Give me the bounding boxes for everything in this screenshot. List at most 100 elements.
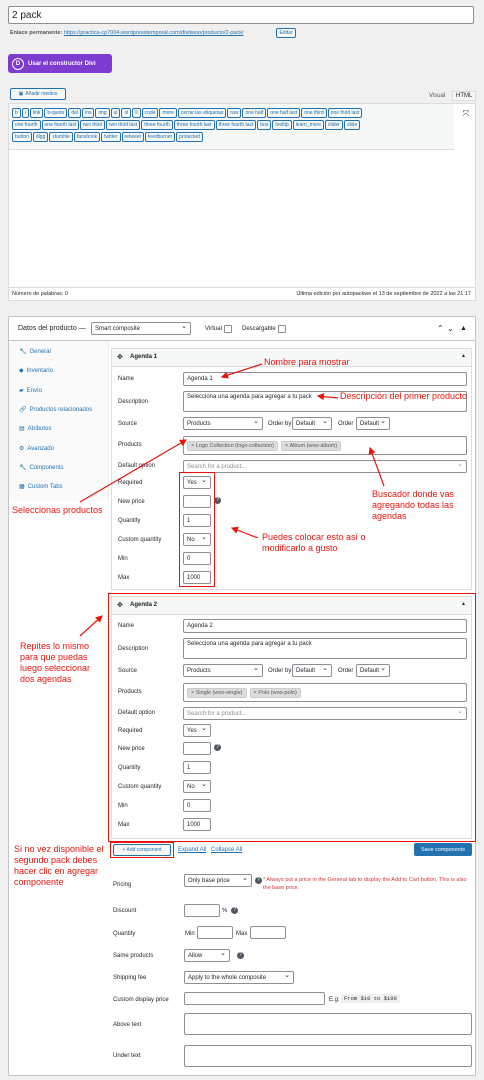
quicktag-button[interactable]: three fourth last — [215, 120, 257, 130]
quicktag-button[interactable]: code — [141, 108, 159, 118]
quicktag-button[interactable]: feedburner — [144, 132, 176, 142]
quicktag-button[interactable]: one third last — [327, 108, 363, 118]
quicktag-button[interactable]: ol — [121, 108, 132, 118]
agenda2-required-select[interactable]: Yes — [183, 724, 211, 737]
agenda2-products-input[interactable]: × Single (woo-single) × Polo (woo-polo) — [183, 683, 467, 702]
agenda1-toggle-icon[interactable]: ▲ — [461, 353, 466, 359]
divi-builder-button[interactable]: D Usar el constructor Divi — [8, 54, 112, 73]
product-token[interactable]: × Album (woo-album) — [281, 440, 342, 451]
post-title-input[interactable]: 2 pack — [8, 6, 474, 24]
tab-general[interactable]: 🔧 General — [19, 348, 51, 356]
quicktag-button[interactable]: protected — [176, 132, 203, 142]
quicktag-button[interactable]: stumble — [49, 132, 73, 142]
quicktag-button[interactable]: ul — [110, 108, 121, 118]
agenda1-name-input[interactable]: Agenda 1 — [183, 372, 467, 386]
save-components-button[interactable]: Save components — [414, 843, 472, 856]
pricing-select[interactable]: Only base price — [184, 874, 252, 887]
help-icon[interactable]: ? — [214, 497, 221, 504]
discount-input[interactable] — [184, 904, 220, 917]
agenda2-newprice-input[interactable] — [183, 742, 211, 755]
permalink-edit-button[interactable]: Editar — [276, 28, 296, 38]
quicktag-button[interactable]: more — [159, 108, 177, 118]
permalink-url[interactable]: https://practica-cp7004.wordpresstempora… — [64, 30, 244, 36]
product-type-select[interactable]: Smart composite — [91, 322, 191, 335]
tab-productos-relacionados[interactable]: 🔗 Productos relacionados — [19, 406, 92, 414]
agenda2-order-select[interactable]: Default — [356, 664, 390, 677]
agenda1-order-select[interactable]: Default — [356, 417, 390, 430]
help-icon[interactable]: ? — [231, 907, 238, 914]
quicktag-button[interactable]: li — [132, 108, 141, 118]
drag-handle-icon[interactable]: ✥ — [117, 601, 123, 609]
tab-atributos[interactable]: ▤ Atributos — [19, 425, 51, 433]
shipping-fee-select[interactable]: Apply to the whole composite — [184, 971, 294, 984]
agenda2-quantity-input[interactable]: 1 — [183, 761, 211, 774]
tab-visual[interactable]: Visual — [429, 93, 445, 99]
drag-handle-icon[interactable]: ✥ — [117, 353, 123, 361]
quicktag-button[interactable]: one half last — [267, 108, 301, 118]
tab-html[interactable]: HTML — [452, 91, 477, 101]
tab-components[interactable]: 🔧 Components — [19, 464, 64, 472]
qty-min-input[interactable] — [197, 926, 233, 939]
quicktag-button[interactable]: one fourth last — [41, 120, 80, 130]
agenda1-source-select[interactable]: Products — [183, 417, 263, 430]
same-products-select[interactable]: Allow — [184, 949, 230, 962]
quicktag-button[interactable]: two third — [80, 120, 106, 130]
help-icon[interactable]: ? — [214, 744, 221, 751]
quicktag-button[interactable]: cerrar las etiquetas — [177, 108, 227, 118]
quicktag-button[interactable]: two third last — [106, 120, 141, 130]
agenda1-default-select[interactable]: Search for a product... — [183, 460, 467, 473]
agenda2-min-input[interactable]: 0 — [183, 799, 211, 812]
quicktag-button[interactable]: ins — [82, 108, 95, 118]
tab-envio[interactable]: ▰ Envío — [19, 387, 42, 395]
agenda2-orderby-select[interactable]: Default — [292, 664, 332, 677]
agenda2-customqty-select[interactable]: No — [183, 780, 211, 793]
under-text-textarea[interactable] — [184, 1045, 472, 1067]
quicktag-button[interactable]: button — [12, 132, 32, 142]
quicktag-button[interactable]: raw — [227, 108, 242, 118]
collapse-all-link[interactable]: Collapse All — [211, 847, 242, 853]
product-token[interactable]: × Logo Collection (logo-collection) — [187, 440, 279, 451]
quicktag-button[interactable]: one third — [301, 108, 327, 118]
quicktag-button[interactable]: tooltip — [272, 120, 292, 130]
above-text-textarea[interactable] — [184, 1013, 472, 1035]
quicktag-button[interactable]: one half — [242, 108, 267, 118]
quicktag-button[interactable]: box — [257, 120, 272, 130]
quicktag-button[interactable]: three fourth — [141, 120, 173, 130]
agenda1-products-input[interactable]: × Logo Collection (logo-collection) × Al… — [183, 436, 467, 455]
fullscreen-icon[interactable]: ⤧ — [463, 109, 469, 119]
quicktag-button[interactable]: link — [29, 108, 44, 118]
help-icon[interactable]: ? — [237, 952, 244, 959]
custom-price-input[interactable] — [184, 992, 325, 1005]
qty-max-input[interactable] — [250, 926, 286, 939]
quicktag-button[interactable]: slide — [343, 120, 361, 130]
quicktag-button[interactable]: one fourth — [12, 120, 41, 130]
quicktag-button[interactable]: b-quote — [44, 108, 68, 118]
move-down-icon[interactable]: ⌄ — [447, 324, 454, 333]
downloadable-checkbox[interactable]: Descargable — [242, 325, 286, 333]
tab-inventario[interactable]: ◆ Inventario — [19, 367, 53, 375]
quicktag-button[interactable]: img — [95, 108, 110, 118]
expand-all-link[interactable]: Expand All — [178, 847, 206, 853]
agenda2-name-input[interactable]: Agenda 2 — [183, 619, 467, 633]
tab-custom-tabs[interactable]: ▦ Custom Tabs — [19, 483, 63, 491]
quicktag-button[interactable]: i — [21, 108, 29, 118]
quicktag-button[interactable]: twitter — [101, 132, 121, 142]
agenda1-orderby-select[interactable]: Default — [292, 417, 332, 430]
quicktag-button[interactable]: learn_more — [292, 120, 324, 130]
help-icon[interactable]: ? — [255, 877, 262, 884]
quicktag-button[interactable]: facebook — [73, 132, 101, 142]
agenda2-description-input[interactable]: Selecciona una agenda para agregar a tu … — [183, 638, 467, 659]
quicktag-button[interactable]: digg — [32, 132, 49, 142]
add-media-button[interactable]: ▣ Añadir medios — [10, 88, 66, 100]
virtual-checkbox[interactable]: Virtual — [205, 325, 232, 333]
tab-avanzado[interactable]: ⚙ Avanzado — [19, 445, 54, 453]
collapse-icon[interactable]: ▲ — [460, 325, 467, 332]
quicktag-button[interactable]: slider — [324, 120, 343, 130]
agenda2-toggle-icon[interactable]: ▲ — [461, 601, 466, 607]
agenda2-max-input[interactable]: 1000 — [183, 818, 211, 831]
quicktag-button[interactable]: retweet — [121, 132, 144, 142]
quicktag-button[interactable]: b — [12, 108, 21, 118]
agenda2-source-select[interactable]: Products — [183, 664, 263, 677]
agenda2-default-select[interactable]: Search for a product... — [183, 707, 467, 720]
move-up-icon[interactable]: ⌃ — [437, 324, 444, 333]
